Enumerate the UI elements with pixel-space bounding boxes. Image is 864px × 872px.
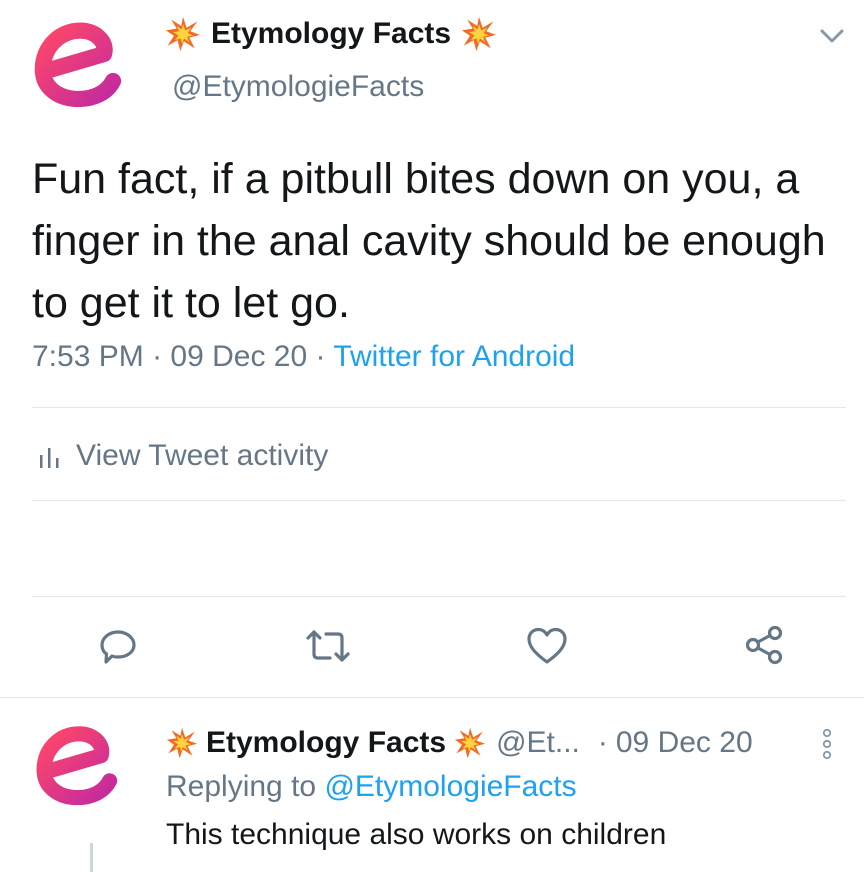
meta-separator: · <box>152 340 163 373</box>
replying-handle-link[interactable]: @EtymologieFacts <box>324 770 576 803</box>
bar-chart-icon <box>40 448 59 468</box>
heart-icon <box>527 627 567 664</box>
reply-handle: @Et... <box>496 726 580 759</box>
like-button[interactable] <box>526 627 568 665</box>
tweet-time: 7:53 PM <box>32 340 144 373</box>
tweet-source-link[interactable]: Twitter for Android <box>333 340 575 373</box>
share-icon <box>745 625 783 665</box>
reply-date: 09 Dec 20 <box>615 726 753 759</box>
retweet-button[interactable] <box>304 628 352 664</box>
divider <box>32 407 846 408</box>
divider <box>32 500 846 501</box>
share-button[interactable] <box>744 624 784 666</box>
replying-to: Replying to @EtymologieFacts <box>166 770 577 804</box>
collision-icon <box>454 727 486 759</box>
replying-prefix: Replying to <box>166 770 317 803</box>
tweet-date: 09 Dec 20 <box>170 340 308 373</box>
avatar[interactable] <box>32 18 122 108</box>
divider <box>32 596 846 597</box>
chevron-down-icon[interactable] <box>818 26 846 51</box>
reply-header[interactable]: Etymology Facts @Et... · 09 Dec 20 <box>166 723 753 763</box>
reply-avatar[interactable] <box>34 722 118 806</box>
more-vertical-icon[interactable] <box>820 728 834 765</box>
tweet-meta: 7:53 PM · 09 Dec 20 · Twitter for Androi… <box>32 340 575 374</box>
collision-icon <box>166 727 198 759</box>
thread-line <box>90 843 93 872</box>
reply-display-name: Etymology Facts <box>206 726 447 759</box>
collision-icon <box>461 16 497 52</box>
view-activity-label: View Tweet activity <box>76 439 329 472</box>
display-name: Etymology Facts <box>211 17 452 50</box>
view-tweet-activity[interactable]: View Tweet activity <box>36 436 328 476</box>
reply-text: This technique also works on children <box>166 818 667 851</box>
user-handle[interactable]: @EtymologieFacts <box>172 70 424 104</box>
reply-button[interactable] <box>98 626 138 666</box>
display-name-row[interactable]: Etymology Facts <box>165 14 497 54</box>
reply-icon <box>100 630 136 664</box>
tweet-text: Fun fact, if a pitbull bites down on you… <box>32 155 826 327</box>
meta-separator: · <box>315 340 326 373</box>
divider <box>0 697 864 698</box>
collision-icon <box>165 16 201 52</box>
meta-separator: · <box>597 726 608 759</box>
retweet-icon <box>306 630 350 662</box>
